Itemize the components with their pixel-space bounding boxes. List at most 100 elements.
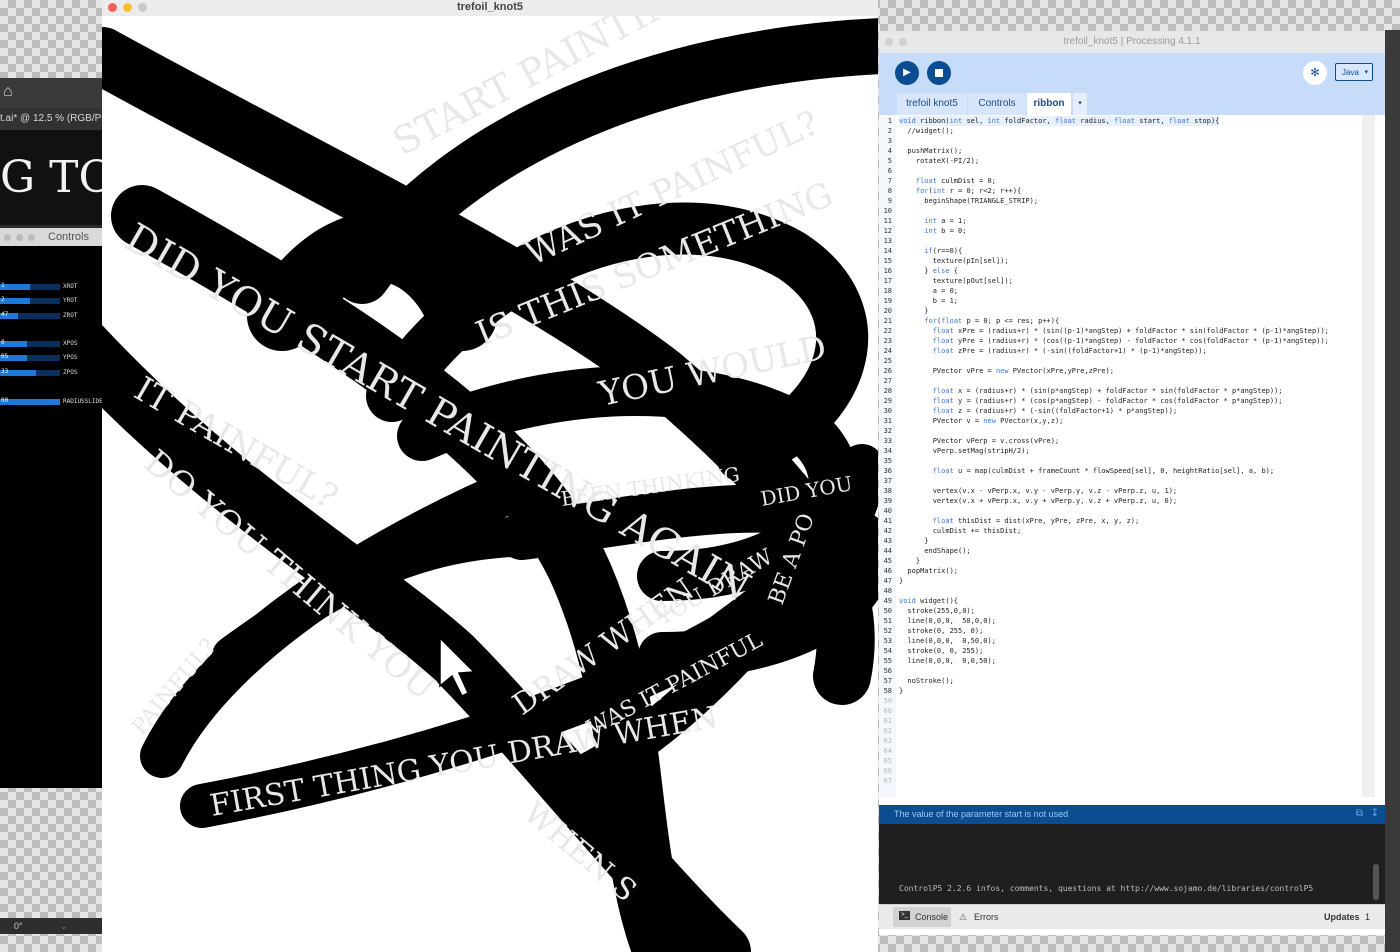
line-number: 2 [887,127,892,135]
slider-zpos[interactable]: 33 [0,368,60,376]
stop-button[interactable] [927,61,951,85]
code-line[interactable]: float xPre = (radius+r) * (sin((p-1)*ang… [899,326,1329,336]
run-button[interactable]: ▶ [895,61,919,85]
slider-xrot[interactable]: 1 [0,282,60,290]
home-icon[interactable]: ⌂ [3,84,19,100]
code-line[interactable]: pushMatrix(); [899,146,962,156]
code-line[interactable]: a = 0; [899,286,958,296]
tab-trefoil-knot5[interactable]: trefoil knot5 [897,93,967,115]
error-message: The value of the parameter start is not … [894,809,1069,819]
code-line[interactable]: PVector v = new PVector(x,y,z); [899,416,1064,426]
code-line[interactable]: void ribbon(int sel, int foldFactor, flo… [899,116,1220,126]
tab-controls[interactable]: Controls [968,93,1026,115]
code-line[interactable]: for(float p = 0; p <= res; p++){ [899,316,1059,326]
line-number: 14 [883,247,892,255]
code-line[interactable]: stroke(0, 0, 255); [899,646,983,656]
updates-label[interactable]: Updates [1324,905,1360,929]
line-number: 57 [883,677,892,685]
slider-xpos[interactable]: 0 [0,339,60,347]
line-number: 35 [883,457,892,465]
collapse-icon[interactable]: ↧ [1371,808,1379,819]
code-line[interactable]: } [899,686,903,696]
tab-ribbon[interactable]: ribbon [1027,93,1071,115]
code-line[interactable]: int b = 0; [899,226,966,236]
code-line[interactable]: culmDist += thisDist; [899,526,1022,536]
line-number: 41 [883,517,892,525]
line-number: 7 [887,177,892,185]
code-line[interactable]: stroke(0, 255, 0); [899,626,983,636]
illustrator-doc-tab[interactable]: t.ai* @ 12.5 % (RGB/Pr [0,108,110,130]
code-line[interactable]: b = 1; [899,296,958,306]
code-line[interactable]: line(0,0,0, 0,0,50); [899,656,996,666]
code-line[interactable]: for(int r = 0; r<2; r++){ [899,186,1021,196]
code-line[interactable]: line(0,0,0, 50,0,0); [899,616,996,626]
code-line[interactable]: stroke(255,0,0); [899,606,974,616]
code-line[interactable]: //widget(); [899,126,953,136]
line-number: 27 [883,377,892,385]
slider-radiusslider[interactable]: 00 [0,397,60,405]
code-line[interactable]: float z = (radius+r) * (-sin((foldFactor… [899,406,1177,416]
code-line[interactable]: endShape(); [899,546,970,556]
code-line[interactable]: } [899,306,928,316]
code-line[interactable]: float u = map(culmDist + frameCount * fl… [899,466,1274,476]
line-number: 61 [883,717,892,725]
slider-value: 2 [1,296,5,303]
sketch-canvas[interactable]: START PAINTING AGAIN DID YOU START PAINTI… [102,16,878,952]
code-line[interactable]: } else { [899,266,958,276]
code-line[interactable]: float y = (radius+r) * (cos(p*angStep) -… [899,396,1283,406]
code-line[interactable]: } [899,556,920,566]
close-button[interactable] [4,234,11,241]
slider-label: YPOS [63,354,78,361]
line-number: 49 [883,597,892,605]
code-line[interactable]: beginShape(TRIANGLE_STRIP); [899,196,1038,206]
mode-selector[interactable]: Java ▾ [1335,63,1373,81]
line-number: 58 [883,687,892,695]
line-number: 39 [883,497,892,505]
code-line[interactable]: vertex(v.x - vPerp.x, v.y - vPerp.y, v.z… [899,486,1177,496]
code-line[interactable]: rotateX(-PI/2); [899,156,979,166]
code-line[interactable]: popMatrix(); [899,566,958,576]
zoom-button[interactable] [28,234,35,241]
slider-yrot[interactable]: 2 [0,296,60,304]
sketch-titlebar: trefoil_knot5 [102,0,878,17]
line-number: 16 [883,267,892,275]
code-line[interactable]: void widget(){ [899,596,958,606]
line-number: 53 [883,637,892,645]
code-line[interactable]: PVector vPre = new PVector(xPre,yPre,zPr… [899,366,1114,376]
console-scrollbar[interactable] [1373,864,1379,900]
code-line[interactable]: float culmDist = 0; [899,176,996,186]
slider-zrot[interactable]: 47 [0,311,60,319]
line-number: 33 [883,437,892,445]
code-line[interactable]: } [899,536,928,546]
line-number: 62 [883,727,892,735]
code-line[interactable]: int a = 1; [899,216,966,226]
line-number: 40 [883,507,892,515]
code-line[interactable]: noStroke(); [899,676,953,686]
code-line[interactable]: float zPre = (radius+r) * (-sin((foldFac… [899,346,1207,356]
code-line[interactable]: texture(pIn[sel]); [899,256,1009,266]
rotation-field[interactable]: 0° [14,918,23,934]
errors-tab[interactable]: Errors [974,905,999,929]
minimize-button[interactable] [16,234,23,241]
code-line[interactable]: if(r==0){ [899,246,962,256]
debugger-button[interactable]: ✻ [1303,61,1327,85]
ide-footer: >_ Console ⚠ Errors Updates 1 [879,904,1385,929]
line-number: 64 [883,747,892,755]
editor-scrollbar[interactable] [1362,115,1375,797]
copy-icon[interactable]: ⧉ [1356,808,1363,819]
code-line[interactable]: vertex(v.x + vPerp.x, v.y + vPerp.y, v.z… [899,496,1177,506]
slider-ypos[interactable]: 05 [0,353,60,361]
line-number: 43 [883,537,892,545]
code-line[interactable]: float thisDist = dist(xPre, yPre, zPre, … [899,516,1140,526]
code-line[interactable]: line(0,0,0, 0,50,0); [899,636,996,646]
code-line[interactable]: PVector vPerp = v.cross(vPre); [899,436,1059,446]
chevron-down-icon[interactable]: ⌄ [60,918,68,934]
console-tab[interactable]: >_ Console [893,907,951,927]
code-line[interactable]: float yPre = (radius+r) * (cos((p-1)*ang… [899,336,1329,346]
tab-menu-chevron-icon[interactable]: ▾ [1073,93,1087,115]
code-line[interactable]: texture(pOut[sel]); [899,276,1013,286]
code-line[interactable]: vPerp.setMag(stripH/2); [899,446,1030,456]
code-line[interactable]: } [899,576,903,586]
code-line[interactable]: float x = (radius+r) * (sin(p*angStep) +… [899,386,1283,396]
line-number: 8 [887,187,892,195]
